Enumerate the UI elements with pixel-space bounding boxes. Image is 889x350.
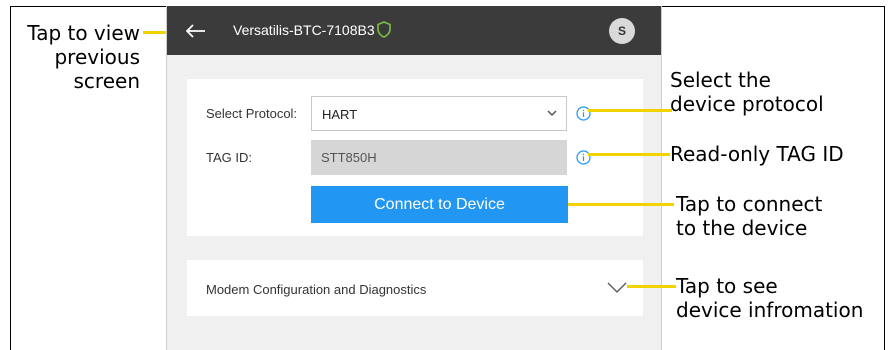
callout-tag: Read-only TAG ID [670,142,844,166]
app-screen: Versatilis-BTC-7108B3 S Select Protocol:… [166,6,662,350]
tag-id-field: STT850H [311,140,567,175]
callout-back-line-3: screen [73,69,140,93]
protocol-value: HART [322,107,358,122]
back-arrow-icon [186,24,205,38]
accordion-label: Modem Configuration and Diagnostics [206,282,427,297]
callout-protocol: Select the device protocol [670,68,824,116]
device-title: Versatilis-BTC-7108B3 [233,22,375,38]
callout-connect-line-2: to the device [676,216,808,240]
callout-protocol-line-2: device protocol [670,92,824,116]
callout-back-line-1: Tap to view [27,21,140,45]
callout-tag-line [588,153,670,156]
callout-protocol-line-1: Select the [670,68,771,92]
callout-info: Tap to see device infromation [676,274,863,322]
callout-back: Tap to view previous screen [14,21,140,93]
back-button[interactable] [183,18,209,44]
shield-icon [377,21,391,38]
connect-button[interactable]: Connect to Device [311,186,568,223]
callout-info-line-1: Tap to see [676,274,778,298]
modem-accordion[interactable]: Modem Configuration and Diagnostics [187,260,643,316]
callout-info-line-2: device infromation [676,298,864,322]
avatar[interactable]: S [609,18,635,44]
connection-card: Select Protocol: HART TAG ID: STT850H Co… [187,79,643,236]
callout-info-line [627,285,676,288]
tag-label: TAG ID: [206,150,252,165]
callout-connect: Tap to connect to the device [676,192,822,240]
tag-id-value: STT850H [321,150,377,165]
chevron-down-icon[interactable] [607,280,627,294]
protocol-label: Select Protocol: [206,106,298,121]
callout-connect-line [568,203,674,206]
callout-back-line-2: previous [54,45,140,69]
chevron-down-icon [547,110,557,117]
callout-connect-line-1: Tap to connect [676,192,823,216]
protocol-select[interactable]: HART [311,96,567,131]
app-bar: Versatilis-BTC-7108B3 S [167,6,661,55]
callout-protocol-line [588,109,672,112]
